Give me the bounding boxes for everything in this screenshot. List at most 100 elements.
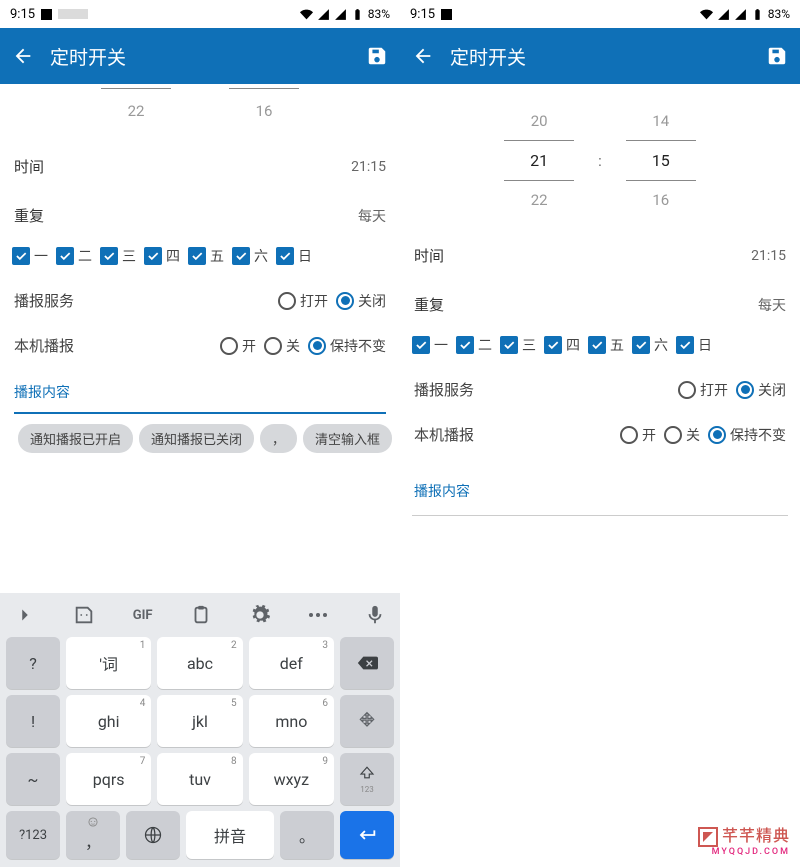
day-tue-r[interactable]: 二	[456, 335, 492, 355]
row-time-r[interactable]: 时间 21:15	[412, 231, 788, 280]
key-globe[interactable]	[126, 811, 180, 859]
key-1[interactable]: '词1	[66, 637, 151, 689]
day-sun-r[interactable]: 日	[676, 335, 712, 355]
gif-btn[interactable]: GIF	[133, 608, 153, 623]
sticker-icon[interactable]	[73, 604, 95, 626]
radio-service-close[interactable]: 关闭	[336, 291, 386, 311]
screen-right: 9:15 83% 定时开关 20 21 22 : 14 1	[400, 0, 800, 867]
save-icon-r[interactable]	[766, 45, 788, 67]
key-9[interactable]: wxyz9	[249, 753, 334, 805]
status-time: 9:15	[10, 7, 35, 22]
chip-3[interactable]: 清空输入框	[303, 424, 392, 453]
day-sat[interactable]: 六	[232, 246, 268, 266]
content-input[interactable]	[14, 412, 386, 414]
key-2[interactable]: abc2	[157, 637, 242, 689]
day-mon-r[interactable]: 一	[412, 335, 448, 355]
row-repeat[interactable]: 重复 每天	[12, 191, 388, 240]
day-sun[interactable]: 日	[276, 246, 312, 266]
battery-icon-r	[751, 8, 764, 21]
status-bar: 9:15 83%	[0, 0, 400, 28]
radio-local-keep[interactable]: 保持不变	[308, 336, 386, 356]
app-bar-r: 定时开关	[400, 28, 800, 84]
day-tue[interactable]: 二	[56, 246, 92, 266]
more-icon[interactable]	[309, 613, 327, 617]
key-shift[interactable]: 123	[340, 753, 394, 805]
app-title-r: 定时开关	[450, 43, 526, 70]
chip-0[interactable]: 通知播报已开启	[18, 424, 133, 453]
back-icon[interactable]	[12, 45, 34, 67]
kbd-topbar: GIF	[0, 593, 400, 637]
key-period[interactable]: 。	[280, 811, 334, 859]
radio-service-open-r[interactable]: 打开	[678, 380, 728, 400]
day-sat-r[interactable]: 六	[632, 335, 668, 355]
notif-icon-r	[441, 9, 452, 20]
radio-service-close-r[interactable]: 关闭	[736, 380, 786, 400]
day-mon[interactable]: 一	[12, 246, 48, 266]
radio-local-on-r[interactable]: 开	[620, 425, 656, 445]
key-exclaim[interactable]: !	[6, 695, 60, 747]
content-label-r[interactable]: 播报内容	[412, 457, 788, 505]
time-label: 时间	[14, 156, 44, 177]
key-space[interactable]: 拼音	[186, 811, 274, 859]
key-6[interactable]: mno6	[249, 695, 334, 747]
status-time-r: 9:15	[410, 7, 435, 22]
notif-placeholder	[58, 9, 88, 19]
wifi-icon-r	[700, 8, 713, 21]
row-broadcast-service-r: 播报服务 打开 关闭	[412, 367, 788, 412]
day-wed[interactable]: 三	[100, 246, 136, 266]
day-thu-r[interactable]: 四	[544, 335, 580, 355]
signal-icon-r1	[717, 8, 730, 21]
key-cursor-move[interactable]	[340, 695, 394, 747]
day-fri-r[interactable]: 五	[588, 335, 624, 355]
time-picker-ghost-left[interactable]: 22 16	[12, 88, 388, 130]
back-icon-r[interactable]	[412, 45, 434, 67]
content-left: 22 16 时间 21:15 重复 每天 一 二 三 四 五 六 日 播报服务	[0, 84, 400, 593]
chevron-right-icon[interactable]	[14, 604, 36, 626]
signal-icon-2	[334, 8, 347, 21]
weekday-row-r: 一 二 三 四 五 六 日	[412, 329, 788, 367]
key-5[interactable]: jkl5	[157, 695, 242, 747]
chip-1[interactable]: 通知播报已关闭	[139, 424, 254, 453]
battery-pct: 83%	[368, 7, 390, 21]
content-label: 播报内容	[12, 368, 388, 406]
local-broadcast-label: 本机播报	[14, 335, 74, 356]
key-question[interactable]: ?	[6, 637, 60, 689]
app-bar: 定时开关	[0, 28, 400, 84]
day-fri[interactable]: 五	[188, 246, 224, 266]
radio-local-on[interactable]: 开	[220, 336, 256, 356]
day-thu[interactable]: 四	[144, 246, 180, 266]
keyboard: GIF ? '词1 abc2 def3 ! ghi4 jkl5 mno6 ~ p…	[0, 593, 400, 867]
clipboard-icon[interactable]	[190, 604, 212, 626]
content-underline-r	[412, 515, 788, 516]
radio-service-open[interactable]: 打开	[278, 291, 328, 311]
signal-icon-r2	[734, 8, 747, 21]
key-backspace[interactable]	[340, 637, 394, 689]
time-picker[interactable]: 20 21 22 : 14 15 16	[412, 102, 788, 219]
key-4[interactable]: ghi4	[66, 695, 151, 747]
key-7[interactable]: pqrs7	[66, 753, 151, 805]
repeat-label: 重复	[14, 205, 44, 226]
save-icon[interactable]	[366, 45, 388, 67]
gear-icon[interactable]	[249, 604, 271, 626]
app-title: 定时开关	[50, 43, 126, 70]
screen-left: 9:15 83% 定时开关 22 16	[0, 0, 400, 867]
notif-icon	[41, 9, 52, 20]
suggestion-chips: 通知播报已开启 通知播报已关闭 ， 清空输入框	[12, 424, 388, 459]
signal-icon-1	[317, 8, 330, 21]
key-comma[interactable]: ，	[66, 811, 120, 859]
radio-local-off[interactable]: 关	[264, 336, 300, 356]
day-wed-r[interactable]: 三	[500, 335, 536, 355]
time-value: 21:15	[351, 159, 386, 175]
key-enter[interactable]	[340, 811, 394, 859]
chip-2[interactable]: ，	[260, 424, 297, 453]
key-tilde[interactable]: ~	[6, 753, 60, 805]
key-3[interactable]: def3	[249, 637, 334, 689]
key-8[interactable]: tuv8	[157, 753, 242, 805]
mic-icon[interactable]	[364, 604, 386, 626]
radio-local-keep-r[interactable]: 保持不变	[708, 425, 786, 445]
radio-local-off-r[interactable]: 关	[664, 425, 700, 445]
row-time[interactable]: 时间 21:15	[12, 142, 388, 191]
picker-next-h: 22	[101, 92, 171, 130]
key-numsym[interactable]: ?123	[6, 811, 60, 859]
row-repeat-r[interactable]: 重复 每天	[412, 280, 788, 329]
